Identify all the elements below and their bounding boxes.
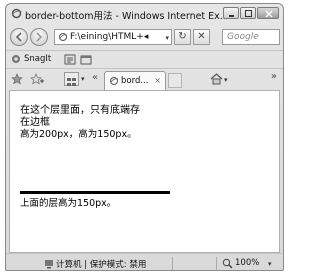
- snagit-icon: [12, 55, 20, 63]
- zoom-icon[interactable]: [222, 258, 233, 269]
- back-arrow-icon: [15, 32, 22, 42]
- tab-title: bord...: [121, 76, 149, 86]
- page-content: 在这个层里面，只有底端存 在边框 高为200px，高为150px。 上面的层高为…: [9, 90, 280, 253]
- tab-scroll-left-icon[interactable]: «: [92, 72, 98, 83]
- new-tab-button[interactable]: [168, 73, 182, 88]
- back-button[interactable]: [10, 28, 28, 46]
- zoom-dropdown-icon[interactable]: ▾: [268, 260, 272, 268]
- page-icon: [59, 33, 68, 41]
- snagit-capture-icon[interactable]: [64, 54, 76, 65]
- bordered-box: 在这个层里面，只有底端存 在边框 高为200px，高为150px。: [20, 105, 170, 194]
- favorites-star-icon[interactable]: [11, 73, 23, 85]
- window-controls: [223, 7, 279, 19]
- window-title: border-bottom用法 - Windows Internet Ex...: [25, 11, 229, 22]
- status-divider: [172, 257, 173, 270]
- tab-page-icon: [110, 77, 119, 85]
- tab-close-icon[interactable]: ×: [154, 76, 161, 85]
- home-dropdown-icon[interactable]: ▾: [224, 76, 228, 84]
- box-text-line-2: 在边框: [20, 117, 50, 128]
- browser-window: border-bottom用法 - Windows Internet Ex...…: [5, 3, 284, 271]
- minimize-icon: [229, 15, 234, 17]
- tab-list-dropdown-icon[interactable]: ▾: [81, 75, 85, 83]
- forward-button[interactable]: [30, 28, 48, 46]
- forward-arrow-icon: [36, 32, 43, 42]
- ie-logo-icon: [11, 8, 22, 19]
- below-box-text: 上面的层高为150px。: [20, 198, 117, 209]
- toolbar-overflow-icon[interactable]: »: [271, 71, 277, 82]
- box-text-line-1: 在这个层里面，只有底端存: [20, 105, 140, 116]
- quick-tabs-icon: [67, 78, 76, 86]
- close-icon: [265, 10, 273, 18]
- snagit-toolbar: SnagIt: [6, 50, 283, 68]
- minimize-button[interactable]: [223, 7, 239, 19]
- refresh-button[interactable]: ↻: [174, 29, 191, 45]
- title-bar: border-bottom用法 - Windows Internet Ex...: [6, 4, 283, 24]
- navigation-bar: F:\eining\HTML+◂ ▾ ↻ ✕ Google: [6, 25, 283, 49]
- search-input[interactable]: Google: [227, 32, 259, 42]
- status-bar: 计算机 | 保护模式: 禁用 100% ▾: [6, 253, 283, 270]
- security-zone-text: 计算机 | 保护模式: 禁用: [56, 260, 147, 270]
- close-window-button[interactable]: [257, 7, 279, 19]
- stop-button[interactable]: ✕: [193, 29, 210, 45]
- home-icon[interactable]: [210, 73, 223, 85]
- search-box[interactable]: Google: [222, 29, 280, 45]
- add-favorite-icon[interactable]: [30, 73, 44, 85]
- computer-icon: [45, 260, 53, 269]
- address-bar[interactable]: F:\eining\HTML+◂ ▾: [54, 29, 172, 45]
- zoom-level[interactable]: 100%: [235, 258, 259, 268]
- box-text-line-3: 高为200px，高为150px。: [20, 129, 137, 140]
- address-dropdown-icon[interactable]: ▾: [165, 34, 169, 42]
- maximize-icon: [245, 10, 252, 17]
- tab-bar: ▾ « bord... × ▾ »: [6, 68, 283, 90]
- tab-active[interactable]: bord... ×: [104, 71, 166, 90]
- snagit-button[interactable]: SnagIt: [24, 54, 51, 64]
- status-divider: [216, 257, 217, 270]
- quick-tabs-button[interactable]: [64, 72, 79, 86]
- maximize-button[interactable]: [240, 7, 256, 19]
- snagit-window-icon[interactable]: [80, 54, 92, 65]
- address-input[interactable]: F:\eining\HTML+◂: [70, 32, 148, 42]
